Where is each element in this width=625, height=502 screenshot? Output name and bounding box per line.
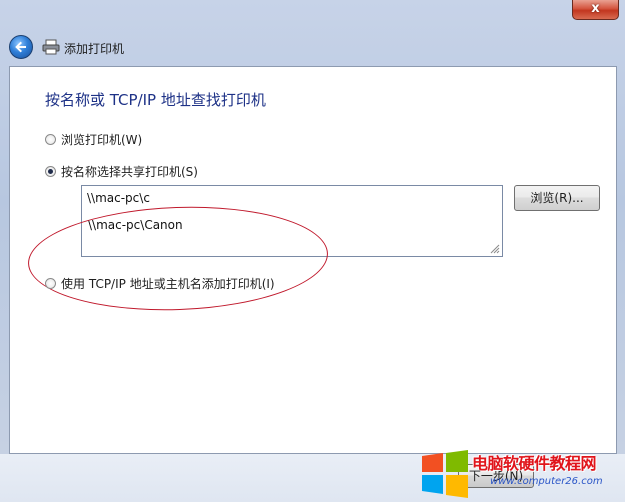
radio-select-shared-printer[interactable]: 按名称选择共享打印机(S) — [45, 163, 198, 180]
window-frame: x 添加打印机 按名称或 TCP/IP 地址查找打印机 浏览打印机(W) 按名称… — [0, 0, 625, 502]
page-heading: 按名称或 TCP/IP 地址查找打印机 — [45, 91, 266, 109]
close-button[interactable]: x — [572, 0, 619, 20]
radio-button-selected[interactable] — [45, 166, 56, 177]
radio-tcpip-address[interactable]: 使用 TCP/IP 地址或主机名添加打印机(I) — [45, 275, 275, 292]
navigation-bar: 添加打印机 — [0, 32, 625, 62]
radio-button[interactable] — [45, 134, 56, 145]
radio-browse-printer[interactable]: 浏览打印机(W) — [45, 131, 142, 148]
watermark: 电脑软硬件教程网 www.computer26.com — [420, 444, 625, 502]
radio-label: 按名称选择共享打印机(S) — [61, 165, 198, 179]
back-button[interactable] — [9, 35, 33, 59]
radio-label: 使用 TCP/IP 地址或主机名添加打印机(I) — [61, 277, 275, 291]
printer-icon — [42, 39, 60, 55]
annotation-ellipse — [26, 201, 330, 316]
radio-button[interactable] — [45, 278, 56, 289]
watermark-url: www.computer26.com — [490, 476, 603, 487]
back-arrow-icon — [15, 41, 26, 53]
radio-label: 浏览打印机(W) — [61, 133, 143, 147]
resize-grip-icon[interactable] — [490, 244, 500, 254]
watermark-title: 电脑软硬件教程网 — [472, 454, 597, 473]
windows-logo-icon — [422, 450, 468, 498]
browse-button[interactable]: 浏览(R)... — [514, 185, 600, 211]
printer-name-input[interactable] — [81, 185, 503, 211]
wizard-content: 按名称或 TCP/IP 地址查找打印机 浏览打印机(W) 按名称选择共享打印机(… — [9, 66, 617, 454]
window-title: 添加打印机 — [64, 42, 125, 56]
